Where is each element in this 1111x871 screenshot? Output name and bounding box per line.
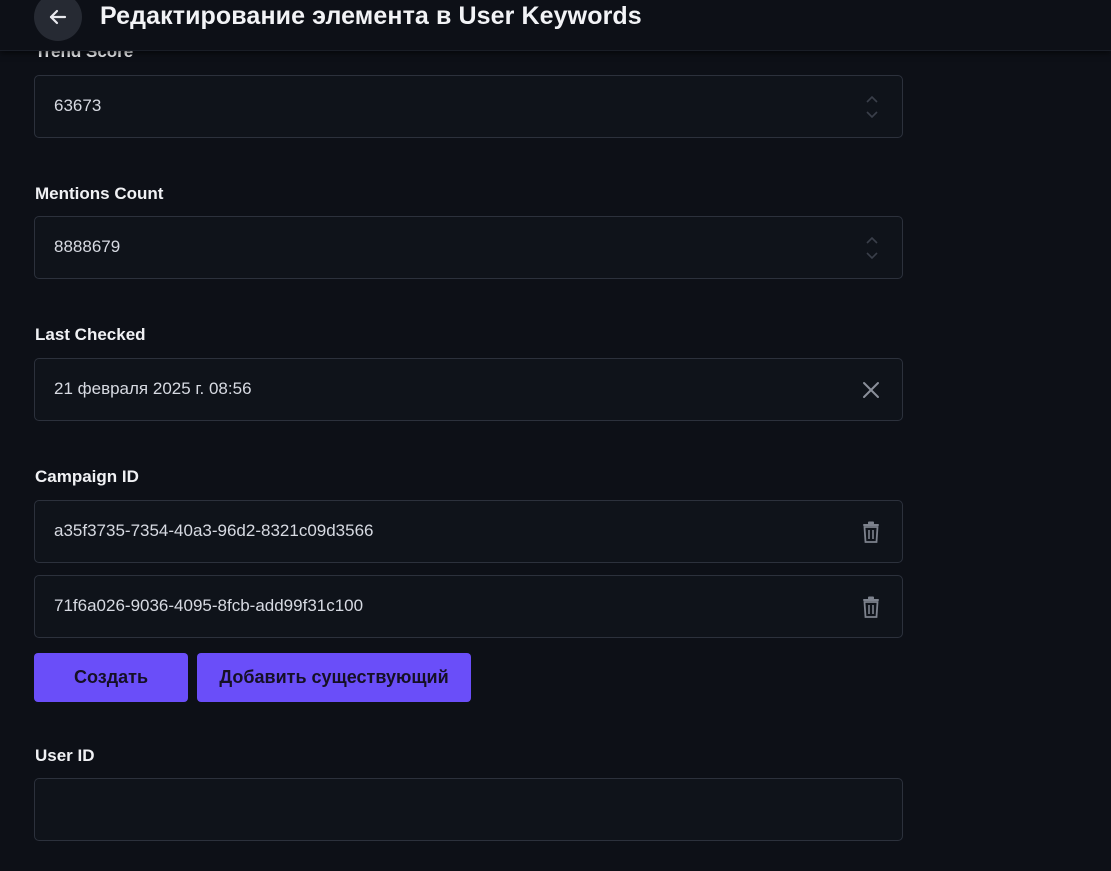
campaign-id-value: 71f6a026-9036-4095-8fcb-add99f31c100 bbox=[54, 596, 364, 615]
last-checked-value: 21 февраля 2025 г. 08:56 bbox=[54, 379, 252, 398]
mentions-count-label: Mentions Count bbox=[35, 184, 164, 203]
trend-score-input[interactable]: 63673 bbox=[34, 75, 903, 138]
add-existing-button[interactable]: Добавить существующий bbox=[197, 653, 471, 702]
mentions-count-value: 8888679 bbox=[54, 237, 121, 256]
user-id-label: User ID bbox=[35, 746, 95, 765]
trend-score-value: 63673 bbox=[54, 96, 102, 115]
campaign-id-item[interactable]: a35f3735-7354-40a3-96d2-8321c09d3566 bbox=[34, 500, 903, 563]
edit-page: Trend Score 63673 Mentions Count 8888679 bbox=[0, 0, 1111, 871]
trash-icon[interactable] bbox=[860, 521, 882, 543]
back-button[interactable] bbox=[34, 0, 82, 41]
arrow-left-icon bbox=[48, 7, 68, 27]
trash-icon[interactable] bbox=[860, 596, 882, 618]
last-checked-label: Last Checked bbox=[35, 325, 146, 344]
number-spinner-icon[interactable] bbox=[864, 93, 880, 121]
clear-icon[interactable] bbox=[860, 379, 882, 401]
campaign-id-label: Campaign ID bbox=[35, 467, 139, 486]
user-id-input[interactable] bbox=[34, 778, 903, 841]
mentions-count-input[interactable]: 8888679 bbox=[34, 216, 903, 279]
campaign-id-item[interactable]: 71f6a026-9036-4095-8fcb-add99f31c100 bbox=[34, 575, 903, 638]
page-title: Редактирование элемента в User Keywords bbox=[100, 2, 642, 30]
page-header: Редактирование элемента в User Keywords bbox=[0, 0, 1111, 51]
number-spinner-icon[interactable] bbox=[864, 234, 880, 262]
last-checked-input[interactable]: 21 февраля 2025 г. 08:56 bbox=[34, 358, 903, 421]
create-button[interactable]: Создать bbox=[34, 653, 188, 702]
campaign-id-value: a35f3735-7354-40a3-96d2-8321c09d3566 bbox=[54, 521, 374, 540]
